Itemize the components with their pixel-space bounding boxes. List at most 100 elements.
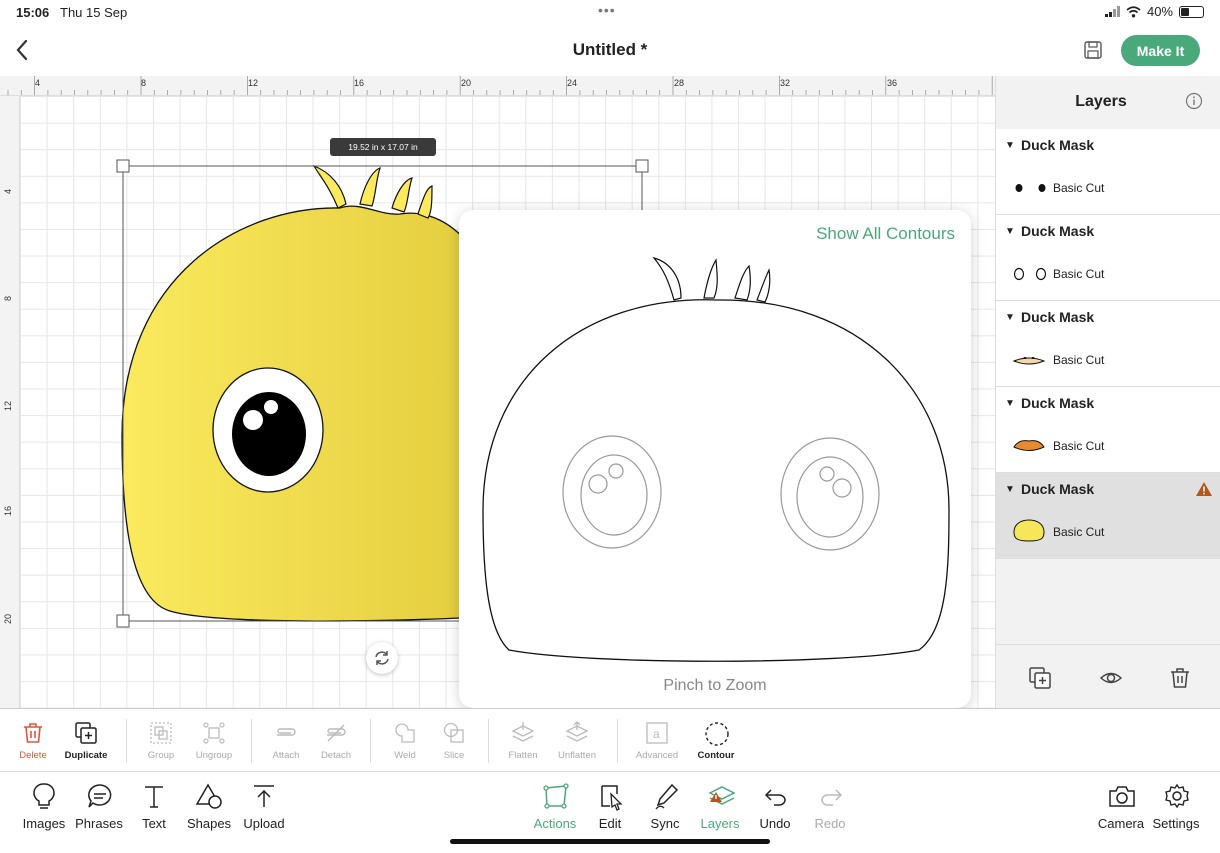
layer-group-selected[interactable]: ▼ Duck Mask Basic Cut	[996, 473, 1220, 559]
ruler-top: 4 8 12 16 20 24 28 32 36	[0, 76, 996, 96]
weld-button[interactable]: Weld	[377, 709, 433, 773]
expand-caret-icon[interactable]: ▼	[1005, 226, 1015, 237]
unflatten-button[interactable]: Unflatten	[549, 709, 605, 773]
advanced-label: Advanced	[635, 750, 679, 761]
warning-icon[interactable]	[1195, 481, 1213, 497]
layer-name[interactable]: Basic Cut	[1053, 267, 1104, 281]
advanced-button[interactable]: a Advanced	[629, 709, 685, 773]
settings-button[interactable]: Settings	[1146, 780, 1206, 836]
text-tool-icon	[145, 786, 163, 808]
app-header: Untitled * Make It	[0, 26, 1220, 76]
layer-name[interactable]: Basic Cut	[1053, 439, 1104, 453]
toolbar-divider	[126, 719, 127, 763]
layers-button[interactable]: Layers	[690, 780, 750, 836]
ungroup-button[interactable]: Ungroup	[186, 709, 242, 773]
expand-caret-icon[interactable]: ▼	[1005, 484, 1015, 495]
expand-caret-icon[interactable]: ▼	[1005, 398, 1015, 409]
beak-thumbnail-icon	[1012, 357, 1046, 365]
paperclip-icon	[277, 728, 296, 736]
group-button[interactable]: Group	[133, 709, 189, 773]
phrases-label: Phrases	[75, 816, 123, 831]
camera-icon	[1109, 786, 1135, 807]
battery-icon	[1179, 5, 1204, 18]
ruler-left-label: 16	[3, 505, 13, 516]
upload-button[interactable]: Upload	[234, 780, 294, 836]
layers-label: Layers	[700, 816, 740, 831]
info-icon[interactable]	[1185, 92, 1203, 110]
attach-label: Attach	[272, 750, 300, 761]
ruler-left-label: 8	[3, 295, 13, 301]
duplicate-button[interactable]: Duplicate	[58, 709, 114, 773]
ruler-top-label: 36	[887, 78, 898, 88]
detach-label: Detach	[320, 750, 352, 761]
undo-button[interactable]: Undo	[745, 780, 805, 836]
expand-caret-icon[interactable]: ▼	[1005, 140, 1015, 151]
advanced-icon: a	[646, 722, 668, 744]
status-bar: 15:06 Thu 15 Sep ••• 40%	[0, 0, 1220, 26]
phrases-button[interactable]: Phrases	[69, 780, 129, 836]
save-icon[interactable]	[1083, 40, 1103, 60]
layer-group[interactable]: ▼ Duck Mask Basic Cut	[996, 301, 1220, 387]
redo-button[interactable]: Redo	[800, 780, 860, 836]
ungroup-icon	[203, 722, 225, 744]
unflatten-icon	[565, 721, 589, 742]
make-it-button[interactable]: Make It	[1121, 35, 1200, 66]
ruler-top-label: 16	[354, 78, 365, 88]
group-icon	[150, 722, 172, 744]
text-button[interactable]: Text	[124, 780, 184, 836]
images-button[interactable]: Images	[14, 780, 74, 836]
layer-group[interactable]: ▼ Duck Mask Basic Cut	[996, 129, 1220, 215]
pinch-to-zoom-hint: Pinch to Zoom	[663, 677, 767, 694]
actions-button[interactable]: Actions	[525, 780, 585, 836]
undo-icon	[764, 789, 786, 806]
slice-button[interactable]: Slice	[426, 709, 482, 773]
contour-button[interactable]: Contour	[688, 709, 744, 773]
upload-icon	[254, 785, 274, 807]
upload-label: Upload	[243, 816, 285, 831]
layer-group[interactable]: ▼ Duck Mask Basic Cut	[996, 387, 1220, 473]
layer-group[interactable]: ▼ Duck Mask Basic Cut	[996, 215, 1220, 301]
shapes-label: Shapes	[186, 816, 232, 831]
edit-button[interactable]: Edit	[580, 780, 640, 836]
beak-orange-thumbnail-icon	[1013, 440, 1045, 451]
status-date: Thu 15 Sep	[60, 5, 128, 20]
size-tooltip: 19.52 in x 17.07 in	[330, 138, 436, 156]
multitask-dots-icon[interactable]: •••	[598, 2, 616, 18]
ruler-top-label: 24	[567, 78, 578, 88]
status-time: 15:06	[16, 5, 50, 20]
expand-caret-icon[interactable]: ▼	[1005, 312, 1015, 323]
rotate-handle[interactable]	[366, 642, 398, 674]
layers-panel: Layers ▼ Duck Mask Basic Cut ▼ Duck Mask…	[995, 76, 1220, 708]
layer-group-name: Duck Mask	[1021, 223, 1095, 239]
sync-label: Sync	[650, 816, 680, 831]
slice-label: Slice	[443, 750, 465, 761]
contour-icon	[705, 722, 729, 746]
visibility-eye-icon[interactable]	[1099, 666, 1123, 690]
shapes-button[interactable]: Shapes	[179, 780, 239, 836]
attach-button[interactable]: Attach	[258, 709, 314, 773]
camera-button[interactable]: Camera	[1091, 780, 1151, 836]
layer-name[interactable]: Basic Cut	[1053, 181, 1104, 195]
contour-label: Contour	[697, 750, 735, 761]
detach-button[interactable]: Detach	[308, 709, 364, 773]
pupils-thumbnail-icon	[1015, 184, 1046, 192]
ungroup-label: Ungroup	[195, 750, 233, 761]
layer-name[interactable]: Basic Cut	[1053, 525, 1104, 539]
ruler-top-label: 20	[461, 78, 472, 88]
ruler-left-label: 20	[3, 613, 13, 624]
ruler-top-label: 12	[248, 78, 259, 88]
duplicate-icon	[75, 722, 97, 744]
flatten-button[interactable]: Flatten	[495, 709, 551, 773]
speech-bubble-icon	[88, 784, 112, 808]
toolbar-divider	[617, 719, 618, 763]
delete-button[interactable]: Delete	[5, 709, 61, 773]
sync-button[interactable]: Sync	[635, 780, 695, 836]
contour-preview[interactable]	[459, 210, 971, 670]
unflatten-label: Unflatten	[557, 750, 597, 761]
layer-name[interactable]: Basic Cut	[1053, 353, 1104, 367]
ruler-left-label: 12	[3, 400, 13, 411]
trash-icon[interactable]	[1168, 666, 1192, 690]
wifi-icon	[1126, 5, 1141, 17]
duplicate-layer-icon[interactable]	[1028, 666, 1052, 690]
home-indicator[interactable]	[450, 839, 770, 844]
